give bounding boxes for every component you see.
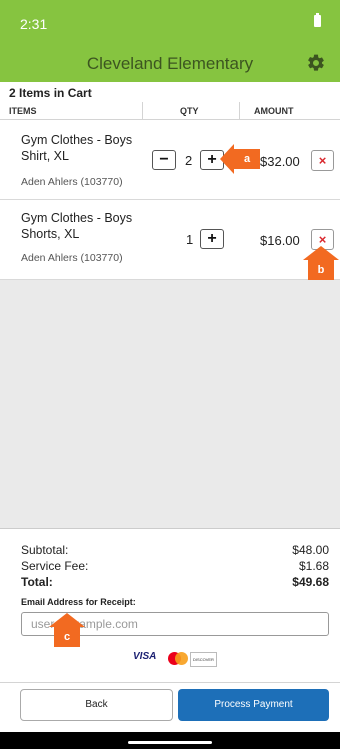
item-name: Gym Clothes - Boys Shirt, XL <box>21 133 133 163</box>
callout-a: a <box>220 144 260 174</box>
item-name: Gym Clothes - Boys Shorts, XL <box>21 211 133 241</box>
settings-button[interactable] <box>306 53 326 73</box>
subtotal-row: Subtotal: $48.00 <box>21 543 329 557</box>
total-label: Total: <box>21 575 53 589</box>
subtotal-label: Subtotal: <box>21 543 69 557</box>
status-bar: 2:31 <box>0 0 340 44</box>
qty-value: 1 <box>186 232 194 247</box>
service-fee-value: $1.68 <box>298 559 329 573</box>
status-time: 2:31 <box>20 16 48 32</box>
page-title: Cleveland Elementary <box>86 54 254 73</box>
home-indicator[interactable] <box>128 741 212 744</box>
battery-icon <box>314 13 321 27</box>
cart-content: 2 Items in Cart ITEMS QTY AMOUNT Gym Clo… <box>0 82 340 682</box>
back-button[interactable]: Back <box>20 689 173 721</box>
cart-header: 2 Items in Cart ITEMS QTY AMOUNT <box>0 82 340 120</box>
close-icon: × <box>318 232 327 247</box>
footer: Back Process Payment <box>0 682 340 732</box>
service-fee-label: Service Fee: <box>21 559 89 573</box>
close-icon: × <box>318 153 327 168</box>
cart-row: Gym Clothes - Boys Shorts, XL Aden Ahler… <box>0 200 340 280</box>
email-label: Email Address for Receipt: <box>21 597 136 607</box>
mastercard-logo <box>168 652 188 665</box>
column-qty: QTY <box>180 106 199 116</box>
order-summary: Subtotal: $48.00 Service Fee: $1.68 Tota… <box>0 528 340 682</box>
item-amount: $16.00 <box>260 233 300 248</box>
column-amount: AMOUNT <box>254 106 294 116</box>
decrease-qty-button[interactable]: − <box>152 150 176 170</box>
service-fee-row: Service Fee: $1.68 <box>21 559 329 573</box>
callout-c: c <box>49 613 85 647</box>
student-name: Aden Ahlers (103770) <box>21 252 123 264</box>
cart-row: Gym Clothes - Boys Shirt, XL Aden Ahlers… <box>0 120 340 200</box>
column-divider <box>142 102 143 120</box>
system-nav-bar <box>0 732 340 749</box>
student-name: Aden Ahlers (103770) <box>21 176 123 188</box>
total-row: Total: $49.68 <box>21 575 329 589</box>
column-items: ITEMS <box>9 106 37 116</box>
total-value: $49.68 <box>292 575 329 589</box>
item-amount: $32.00 <box>260 154 300 169</box>
callout-b: b <box>303 246 339 280</box>
gear-icon <box>308 54 324 71</box>
remove-item-button[interactable]: × <box>311 150 334 171</box>
subtotal-value: $48.00 <box>292 543 329 557</box>
app-header: Cleveland Elementary <box>0 44 340 82</box>
increase-qty-button[interactable]: + <box>200 229 224 249</box>
discover-logo: DISCOVER <box>190 652 217 667</box>
process-payment-button[interactable]: Process Payment <box>178 689 329 721</box>
visa-logo: VISA <box>133 651 157 662</box>
column-divider <box>239 102 240 120</box>
qty-value: 2 <box>185 153 193 168</box>
cart-count: 2 Items in Cart <box>9 86 92 100</box>
